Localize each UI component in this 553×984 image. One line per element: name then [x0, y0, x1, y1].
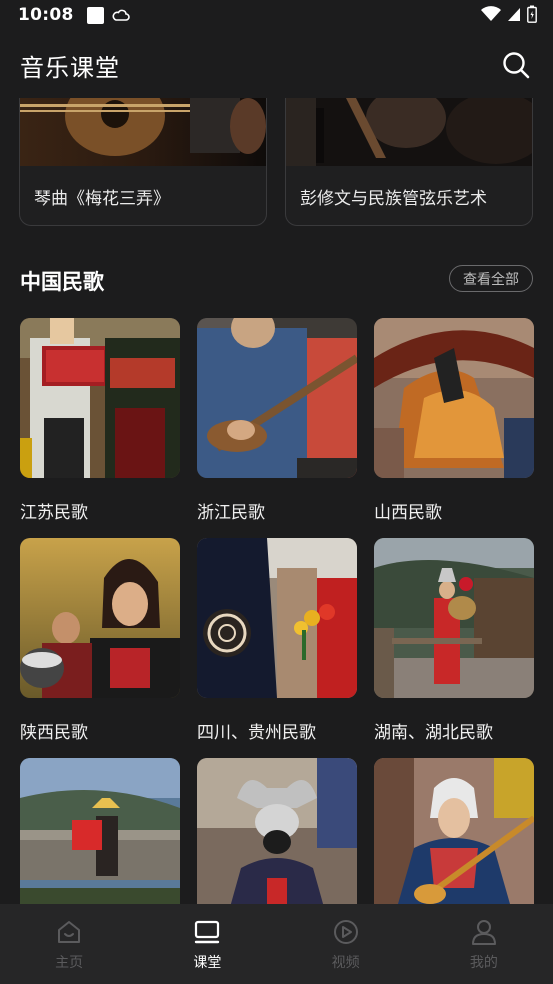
video-icon	[333, 920, 358, 944]
folk-song-tile-shanxi[interactable]: 山西民歌	[374, 318, 534, 523]
tile-label: 湖南、湖北民歌	[374, 723, 493, 743]
nav-item-classroom[interactable]: 课堂	[138, 904, 276, 984]
nav-item-profile[interactable]: 我的	[415, 904, 553, 984]
sichuan-guizhou-photo	[197, 538, 357, 698]
shaanxi-photo	[20, 538, 180, 698]
nav-item-home[interactable]: 主页	[0, 904, 138, 984]
wifi-icon	[481, 6, 501, 21]
tile-8-photo	[197, 758, 357, 904]
cloud-icon	[112, 9, 130, 21]
status-time: 10:08	[18, 5, 74, 25]
nav-label: 课堂	[193, 955, 222, 971]
bottom-nav: 主页 课堂 视频 我的	[0, 904, 553, 984]
featured-card-pengxiuwen[interactable]: 彭修文与民族管弦乐艺术	[285, 98, 533, 226]
tile-9-photo	[374, 758, 534, 904]
folk-song-tile-jiangsu[interactable]: 江苏民歌	[20, 318, 180, 523]
status-bar: 10:08	[0, 0, 553, 30]
folk-song-tile-7[interactable]	[20, 758, 180, 904]
featured-caption: 琴曲《梅花三弄》	[34, 188, 170, 209]
folk-song-tile-9[interactable]	[374, 758, 534, 904]
zhejiang-photo	[197, 318, 357, 478]
tile-label: 浙江民歌	[197, 503, 265, 523]
home-icon	[58, 921, 81, 943]
hunan-hubei-photo	[374, 538, 534, 698]
tile-7-photo	[20, 758, 180, 904]
tile-label: 四川、贵州民歌	[197, 723, 316, 743]
folk-song-tile-hunan-hubei[interactable]: 湖南、湖北民歌	[374, 538, 534, 743]
signal-icon	[508, 8, 520, 21]
tile-label: 山西民歌	[374, 503, 442, 523]
section-title: 中国民歌	[20, 270, 104, 294]
featured-image-orchestra	[286, 98, 532, 166]
content-scroll[interactable]: 琴曲《梅花三弄》 彭修文与民族管弦乐艺术 中国民歌 查看全部 江苏民歌 浙江民歌…	[0, 98, 553, 904]
jiangsu-photo	[20, 318, 180, 478]
app-bar: 音乐课堂	[0, 30, 553, 100]
tile-label: 陕西民歌	[20, 723, 88, 743]
folk-song-tile-8[interactable]	[197, 758, 357, 904]
featured-card-meihua[interactable]: 琴曲《梅花三弄》	[19, 98, 267, 226]
folk-song-tile-sichuan-guizhou[interactable]: 四川、贵州民歌	[197, 538, 357, 743]
view-all-button[interactable]: 查看全部	[449, 265, 533, 292]
nav-item-video[interactable]: 视频	[277, 904, 415, 984]
notification-square-icon	[86, 6, 104, 24]
featured-caption: 彭修文与民族管弦乐艺术	[300, 188, 487, 209]
folk-song-tile-zhejiang[interactable]: 浙江民歌	[197, 318, 357, 523]
shanxi-photo	[374, 318, 534, 478]
page-title: 音乐课堂	[20, 53, 120, 82]
status-indicators	[481, 5, 537, 23]
featured-image-guqin	[20, 98, 266, 166]
classroom-icon	[195, 920, 220, 944]
featured-cards: 琴曲《梅花三弄》 彭修文与民族管弦乐艺术	[19, 98, 533, 226]
folk-song-tile-shaanxi[interactable]: 陕西民歌	[20, 538, 180, 743]
nav-label: 主页	[55, 955, 84, 971]
nav-label: 我的	[469, 955, 498, 971]
search-icon[interactable]	[501, 50, 531, 80]
profile-icon	[471, 920, 496, 945]
battery-icon	[527, 5, 537, 23]
nav-label: 视频	[331, 955, 360, 971]
tile-label: 江苏民歌	[20, 503, 88, 523]
